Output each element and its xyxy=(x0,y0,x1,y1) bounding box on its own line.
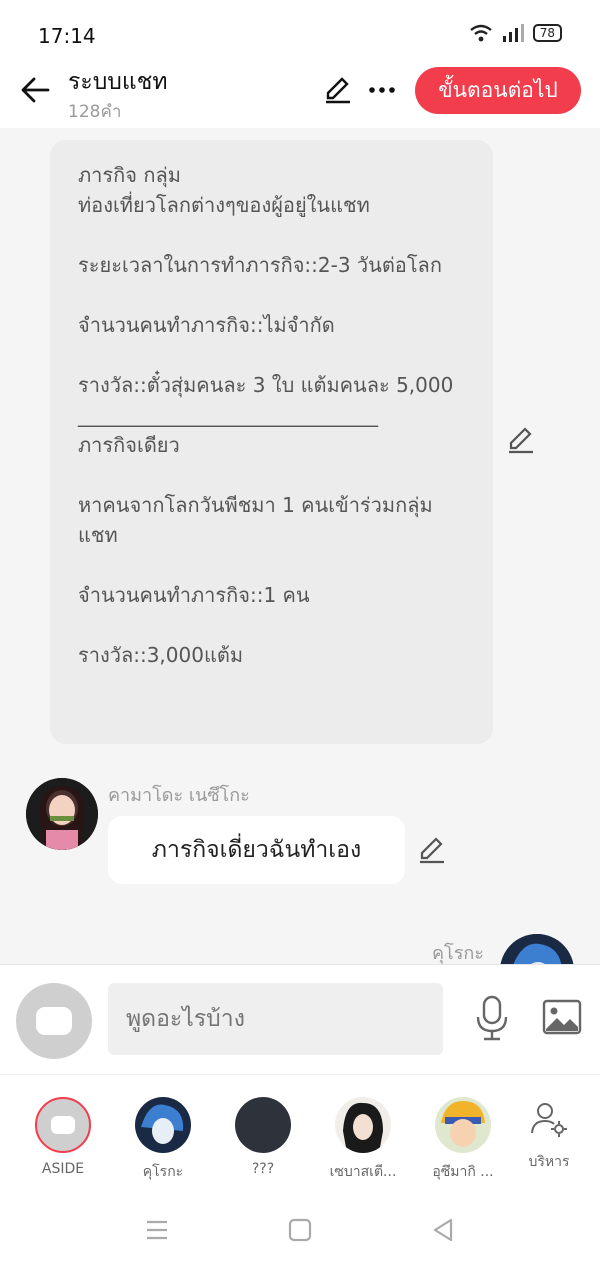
character-label: เซบาสเตี... xyxy=(329,1164,397,1180)
chat-header: ระบบแชท 128คำ ขั้นตอนต่อไป xyxy=(0,60,600,128)
wifi-icon xyxy=(469,24,492,42)
character-label: คุโรกะ xyxy=(142,1164,184,1180)
user-settings-icon xyxy=(531,1103,567,1137)
avatar xyxy=(135,1097,191,1153)
microphone-icon[interactable] xyxy=(474,995,510,1041)
avatar[interactable] xyxy=(26,778,98,850)
back-icon[interactable] xyxy=(429,1216,457,1244)
status-time: 17:14 xyxy=(38,24,96,48)
back-arrow-icon[interactable] xyxy=(18,72,54,108)
character-label: อุซึมากิ ... xyxy=(432,1164,494,1180)
avatar xyxy=(335,1097,391,1153)
character-unknown[interactable]: ??? xyxy=(218,1097,308,1177)
signal-icon xyxy=(502,24,524,42)
word-count: 128คำ xyxy=(68,102,122,122)
character-naruto[interactable]: อุซึมากิ ... xyxy=(418,1097,508,1183)
character-aside[interactable]: ASIDE xyxy=(18,1097,108,1177)
more-icon[interactable] xyxy=(366,74,398,106)
manage-button[interactable]: บริหาร xyxy=(504,1099,594,1173)
avatar xyxy=(235,1097,291,1153)
message-input[interactable] xyxy=(108,983,443,1055)
edit-message-icon[interactable] xyxy=(505,424,537,456)
sender-name: คามาโดะ เนซึโกะ xyxy=(108,785,250,806)
aside-icon xyxy=(35,1097,91,1153)
sender-name: คุโรกะ xyxy=(432,943,484,964)
status-bar: 17:14 78 xyxy=(0,0,600,60)
character-label: ??? xyxy=(251,1161,275,1177)
image-icon[interactable] xyxy=(542,999,582,1035)
status-icons: 78 xyxy=(469,24,562,42)
character-kuroka[interactable]: คุโรกะ xyxy=(118,1097,208,1183)
avatar[interactable] xyxy=(500,934,574,964)
page-title: ระบบแชท xyxy=(68,69,168,95)
next-step-button[interactable]: ขั้นตอนต่อไป xyxy=(415,67,581,114)
chat-bubble-icon xyxy=(36,1007,72,1035)
system-nav-bar xyxy=(0,1194,600,1267)
home-icon[interactable] xyxy=(286,1216,314,1244)
chat-area[interactable]: ภารกิจ กลุ่ม ท่องเที่ยวโลกต่างๆของผู้อยู… xyxy=(0,128,600,964)
message-composer xyxy=(0,964,600,1074)
character-sebastian[interactable]: เซบาสเตี... xyxy=(318,1097,408,1183)
character-tray: ASIDE คุโรกะ ??? เซบาสเตี... อุซึมากิ ..… xyxy=(0,1074,600,1194)
character-label: บริหาร xyxy=(528,1154,570,1170)
aside-toggle-button[interactable] xyxy=(16,983,92,1059)
message-bubble: ภารกิจเดี่ยวฉันทำเอง xyxy=(108,816,405,884)
menu-icon[interactable] xyxy=(143,1216,171,1244)
avatar xyxy=(435,1097,491,1153)
edit-message-icon[interactable] xyxy=(416,834,448,866)
character-label: ASIDE xyxy=(41,1161,85,1177)
system-message-bubble: ภารกิจ กลุ่ม ท่องเที่ยวโลกต่างๆของผู้อยู… xyxy=(50,140,493,744)
pencil-icon[interactable] xyxy=(322,74,354,106)
battery-indicator: 78 xyxy=(532,24,562,42)
